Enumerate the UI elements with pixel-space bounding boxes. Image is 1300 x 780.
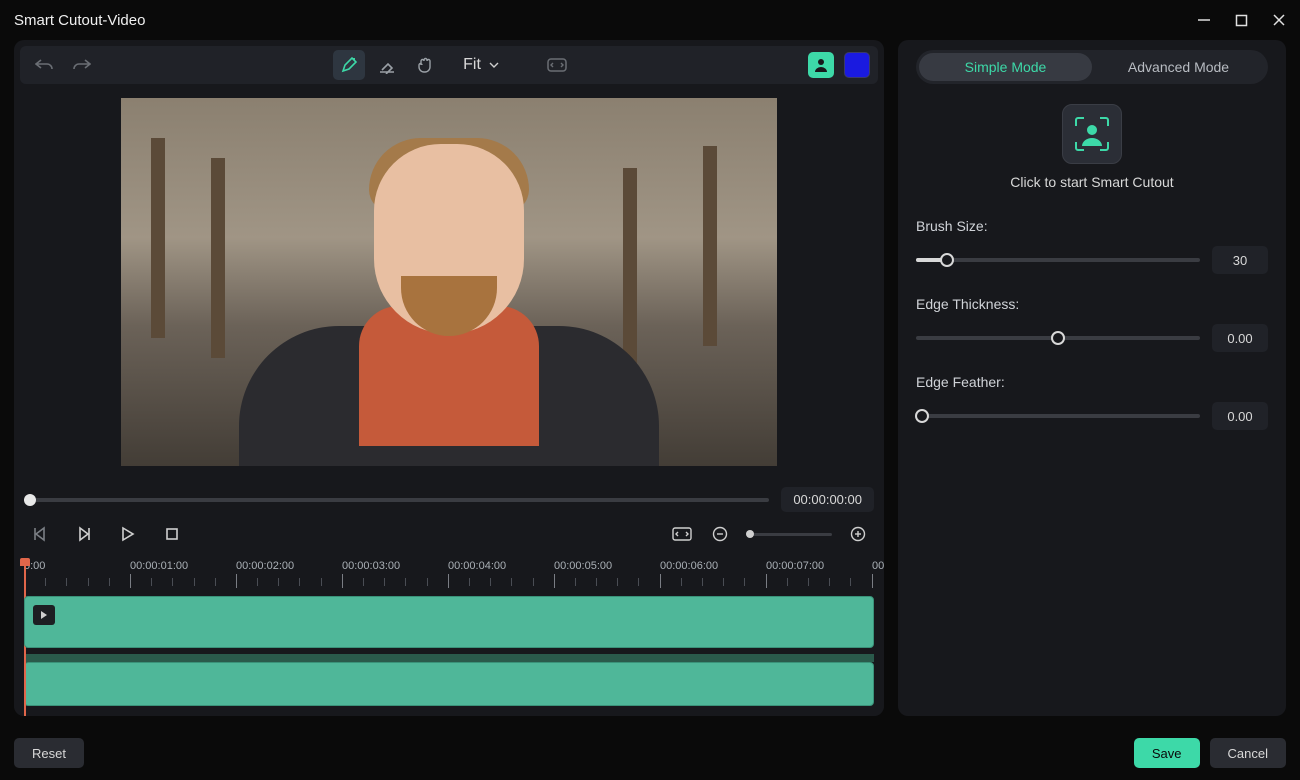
next-frame-button[interactable] <box>72 522 96 546</box>
ruler-label: 00:00:05:00 <box>554 560 660 574</box>
timeline-ruler[interactable]: 0:0000:00:01:0000:00:02:0000:00:03:0000:… <box>24 560 874 592</box>
ruler-label: 00:00:04:00 <box>448 560 554 574</box>
ruler-label: 0:00 <box>24 560 130 574</box>
edge-thickness-slider[interactable] <box>916 336 1200 340</box>
tab-advanced-mode[interactable]: Advanced Mode <box>1092 53 1265 81</box>
background-swatch[interactable] <box>844 52 870 78</box>
brush-size-label: Brush Size: <box>916 218 1268 234</box>
play-button[interactable] <box>116 522 140 546</box>
ruler-label: 00:00:01:00 <box>130 560 236 574</box>
person-frame-icon <box>1072 114 1112 154</box>
edge-feather-label: Edge Feather: <box>916 374 1268 390</box>
ruler-label: 00:00:07:00 <box>766 560 872 574</box>
stop-button[interactable] <box>160 522 184 546</box>
titlebar: Smart Cutout-Video <box>0 0 1300 40</box>
start-cutout-label: Click to start Smart Cutout <box>916 174 1268 190</box>
foreground-swatch[interactable] <box>808 52 834 78</box>
settings-panel: Simple Mode Advanced Mode Click to start… <box>898 40 1286 716</box>
scrub-track[interactable] <box>24 498 769 502</box>
close-button[interactable] <box>1272 13 1286 27</box>
minimize-button[interactable] <box>1197 13 1211 27</box>
person-icon <box>813 57 829 73</box>
video-canvas <box>121 98 777 466</box>
timecode: 00:00:00:00 <box>781 487 874 512</box>
prev-frame-button[interactable] <box>28 522 52 546</box>
pan-tool[interactable] <box>409 50 441 80</box>
zoom-out-button[interactable] <box>708 522 732 546</box>
edge-feather-value[interactable]: 0.00 <box>1212 402 1268 430</box>
video-clip[interactable] <box>24 596 874 648</box>
ruler-label: 00:00:02:00 <box>236 560 342 574</box>
timeline[interactable]: 0:0000:00:01:0000:00:02:0000:00:03:0000:… <box>14 556 884 716</box>
zoom-in-button[interactable] <box>846 522 870 546</box>
redo-button[interactable] <box>66 50 98 80</box>
ruler-label: 00:00:08:0 <box>872 560 884 574</box>
fit-width-button[interactable] <box>670 522 694 546</box>
zoom-label: Fit <box>463 56 481 74</box>
edge-thickness-label: Edge Thickness: <box>916 296 1268 312</box>
erase-brush-tool[interactable] <box>371 50 403 80</box>
tab-simple-mode[interactable]: Simple Mode <box>919 53 1092 81</box>
edge-feather-slider[interactable] <box>916 414 1200 418</box>
brush-size-slider[interactable] <box>916 258 1200 262</box>
start-cutout-button[interactable] <box>1062 104 1122 164</box>
window-controls <box>1197 13 1286 27</box>
add-brush-tool[interactable] <box>333 50 365 80</box>
reset-button[interactable]: Reset <box>14 738 84 768</box>
zoom-slider[interactable] <box>746 533 832 536</box>
compare-toggle[interactable] <box>541 50 573 80</box>
ruler-label: 00:00:03:00 <box>342 560 448 574</box>
audio-clip[interactable] <box>24 662 874 706</box>
transport-bar <box>14 512 884 556</box>
cancel-button[interactable]: Cancel <box>1210 738 1286 768</box>
preview-panel: Fit <box>14 40 884 716</box>
edge-thickness-value[interactable]: 0.00 <box>1212 324 1268 352</box>
clip-play-icon <box>33 605 55 625</box>
preview-toolbar: Fit <box>20 46 878 84</box>
scrub-handle[interactable] <box>24 494 36 506</box>
chevron-down-icon <box>489 62 499 68</box>
ruler-label: 00:00:06:00 <box>660 560 766 574</box>
undo-button[interactable] <box>28 50 60 80</box>
zoom-dropdown[interactable]: Fit <box>453 50 509 80</box>
brush-size-value[interactable]: 30 <box>1212 246 1268 274</box>
footer: Reset Save Cancel <box>14 738 1286 768</box>
mode-tabs: Simple Mode Advanced Mode <box>916 50 1268 84</box>
video-preview[interactable] <box>14 84 884 479</box>
save-button[interactable]: Save <box>1134 738 1200 768</box>
window-title: Smart Cutout-Video <box>14 12 145 29</box>
maximize-button[interactable] <box>1235 14 1248 27</box>
